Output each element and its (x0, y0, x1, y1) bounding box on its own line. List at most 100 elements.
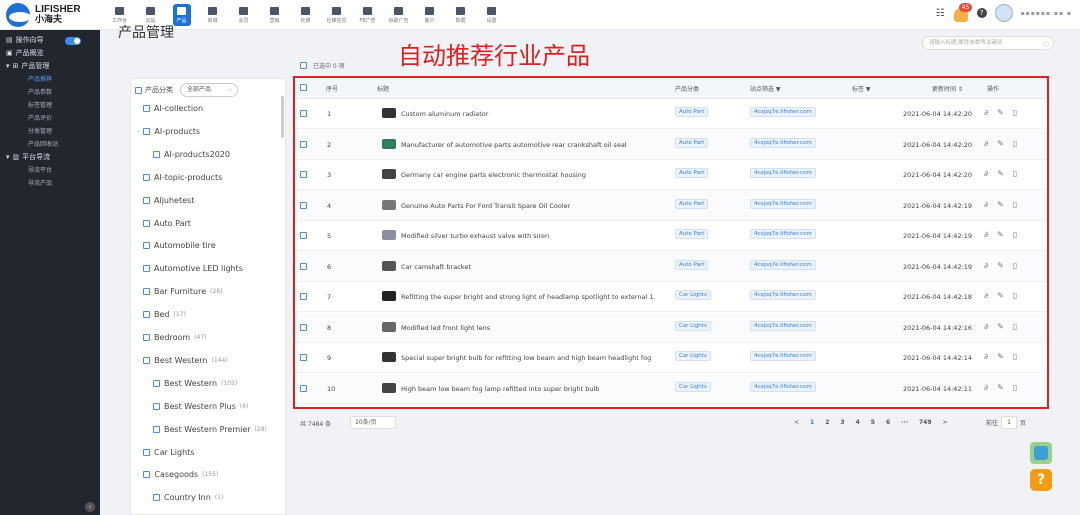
help-icon[interactable]: ? (976, 8, 987, 18)
category-select[interactable]: 全部产品 (180, 83, 238, 97)
row-title[interactable]: Modified led front light lens (401, 324, 490, 332)
edit-icon[interactable]: ✎ (997, 261, 1004, 270)
tree-item[interactable]: Automotive LED lights (143, 264, 243, 273)
link-icon[interactable]: ∂ (984, 261, 988, 270)
delete-icon[interactable]: ▯ (1013, 383, 1017, 392)
tree-item[interactable]: Country Inn (1) (153, 493, 223, 502)
tree-checkbox[interactable] (143, 242, 150, 250)
search-icon[interactable]: ○ (1043, 38, 1049, 50)
sidebar-item-platform[interactable]: ▾ ▥ 平台导流 (0, 151, 100, 164)
row-checkbox[interactable] (300, 201, 307, 209)
product-thumbnail[interactable] (382, 352, 396, 362)
page-number[interactable]: 749 (919, 419, 932, 426)
nav-item-4[interactable]: 会员 (228, 0, 259, 30)
delete-icon[interactable]: ▯ (1013, 108, 1017, 117)
table-row[interactable]: 9 Special super bright bulb for refitting… (294, 343, 1048, 373)
row-checkbox[interactable] (300, 293, 307, 300)
tree-item[interactable]: AI-products2020 (153, 150, 230, 159)
row-title[interactable]: Genuine Auto Parts For Ford Transit Spar… (401, 202, 570, 210)
tree-item[interactable]: Automobile tire (143, 241, 216, 250)
tree-item[interactable]: › Casegoods (155) (137, 470, 218, 479)
edit-icon[interactable]: ✎ (997, 352, 1004, 361)
tree-checkbox[interactable] (143, 448, 150, 456)
nav-item-5[interactable]: 营销 (259, 0, 290, 30)
row-title[interactable]: High beam low beam fog lamp refitted int… (401, 385, 599, 393)
menu-grid-icon[interactable]: ☷ (936, 8, 945, 19)
tree-item[interactable]: Aljuhetest (143, 196, 194, 205)
link-icon[interactable]: ∂ (984, 352, 988, 361)
tree-item[interactable]: Bar Furniture (28) (143, 287, 222, 296)
page-number[interactable]: 6 (886, 419, 890, 426)
search-input[interactable]: 请输入标题/属性参数等关键词 ○ (922, 36, 1054, 50)
col-updated[interactable]: 更新时间 ⇕ (932, 84, 963, 93)
nav-item-12[interactable]: 设置 (476, 0, 507, 30)
tree-item[interactable]: AI-topic-products (143, 173, 222, 182)
table-row[interactable]: 2 Manufacturer of automotive parts automo… (294, 129, 1048, 160)
link-icon[interactable]: ∂ (984, 291, 988, 300)
delete-icon[interactable]: ▯ (1013, 291, 1017, 300)
delete-icon[interactable]: ▯ (1013, 261, 1017, 270)
tree-checkbox[interactable] (143, 265, 150, 273)
tree-item[interactable]: Best Western Premier (28) (153, 425, 267, 434)
product-thumbnail[interactable] (382, 260, 396, 271)
goto-page-input[interactable]: 1 (1001, 416, 1018, 429)
edit-icon[interactable]: ✎ (997, 230, 1004, 239)
nav-item-6[interactable]: 社媒 (290, 0, 321, 30)
edit-icon[interactable]: ✎ (997, 139, 1004, 148)
row-checkbox[interactable] (300, 354, 307, 361)
sidebar-item-guide[interactable]: ▤ 操作向导 (0, 34, 100, 47)
edit-icon[interactable]: ✎ (997, 291, 1004, 300)
edit-icon[interactable]: ✎ (997, 322, 1004, 331)
delete-icon[interactable]: ▯ (1013, 200, 1017, 209)
table-row[interactable]: 3 Germany car engine parts electronic the… (294, 160, 1048, 190)
nav-item-3[interactable]: 商城 (197, 0, 228, 30)
floating-help-icon[interactable]: ? (1030, 469, 1052, 491)
row-checkbox[interactable] (300, 110, 307, 117)
notification-bell[interactable]: 45 (953, 3, 973, 22)
collapse-sidebar-icon[interactable]: ‹ (85, 502, 95, 512)
avatar[interactable] (994, 4, 1013, 22)
sidebar-item-product-management[interactable]: ▾ ⊞ 产品管理 (0, 60, 100, 73)
tree-scrollbar[interactable] (281, 96, 284, 138)
tree-item[interactable]: AI-collection (143, 104, 203, 113)
tree-item[interactable]: Bed (17) (143, 310, 186, 319)
tree-item[interactable]: Auto Part (143, 219, 191, 228)
row-checkbox[interactable] (300, 232, 307, 239)
tree-checkbox[interactable] (153, 402, 160, 410)
delete-icon[interactable]: ▯ (1013, 352, 1017, 361)
guide-toggle[interactable] (64, 36, 81, 45)
row-title[interactable]: Car camshaft bracket (401, 263, 471, 271)
delete-icon[interactable]: ▯ (1013, 322, 1017, 331)
sidebar-sub-params[interactable]: 产品参数 (0, 86, 100, 99)
next-page-button[interactable]: > (943, 419, 948, 426)
sidebar-sub-products[interactable]: 导流产品 (0, 177, 100, 190)
tree-checkbox[interactable] (143, 471, 151, 479)
delete-icon[interactable]: ▯ (1013, 139, 1017, 148)
checkbox[interactable] (135, 86, 142, 94)
sidebar-sub-reviews[interactable]: 产品评价 (0, 112, 100, 125)
chevron-right-icon[interactable]: › (137, 128, 139, 135)
product-thumbnail[interactable] (382, 199, 396, 210)
tree-checkbox[interactable] (153, 425, 160, 433)
link-icon[interactable]: ∂ (984, 139, 988, 148)
table-row[interactable]: 5 Modified silver turbo exhaust valve wit… (294, 221, 1048, 251)
select-all-checkbox[interactable] (300, 62, 307, 69)
page-size-select[interactable]: 10条/页 (350, 416, 396, 429)
row-title[interactable]: Custom aluminum radiator (401, 110, 488, 118)
tree-item[interactable]: Bedroom (47) (143, 333, 207, 342)
product-thumbnail[interactable] (382, 108, 396, 118)
page-number[interactable]: ··· (901, 419, 908, 426)
sidebar-sub-tags[interactable]: 标签管理 (0, 99, 100, 112)
tree-item[interactable]: Car Lights (143, 448, 194, 457)
nav-item-11[interactable]: 数据 (445, 0, 476, 30)
delete-icon[interactable]: ▯ (1013, 169, 1017, 178)
tree-item[interactable]: › Best Western (144) (137, 356, 228, 365)
chevron-right-icon[interactable]: › (137, 471, 139, 478)
tree-item[interactable]: Best Western Plus (6) (153, 402, 248, 411)
link-icon[interactable]: ∂ (984, 108, 988, 117)
link-icon[interactable]: ∂ (984, 200, 988, 209)
user-name-redacted[interactable]: ▪▪▪▪▪▪ ▪▪ ▪ (1021, 10, 1072, 17)
product-thumbnail[interactable] (382, 291, 396, 301)
table-row[interactable]: 7 Refitting the super bright and strong l… (294, 282, 1048, 312)
page-number[interactable]: 1 (810, 419, 814, 426)
